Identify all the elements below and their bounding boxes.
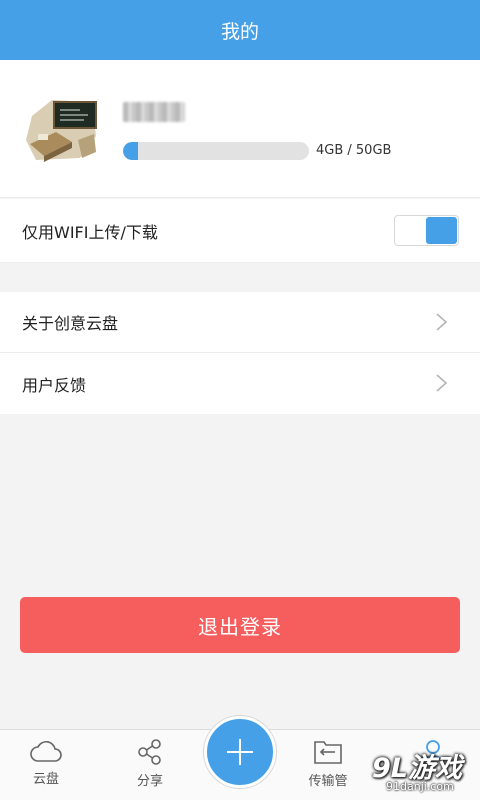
page-header: 我的 [0,0,480,60]
avatar[interactable] [22,96,102,166]
add-button[interactable] [204,716,276,788]
tab-cloud-label: 云盘 [32,772,59,787]
site-watermark: 9L游戏 91danji.com [364,746,476,798]
chevron-right-icon [436,313,448,331]
cloud-icon [30,741,62,762]
profile-card: 4GB / 50GB [0,60,480,198]
storage-progress-bar [123,142,309,160]
wifi-only-label: 仅用WIFI上传/下载 [22,222,158,242]
wifi-only-toggle[interactable] [394,215,459,246]
chevron-right-icon [436,374,448,392]
transfer-icon [314,741,342,764]
menu-item-feedback-label: 用户反馈 [22,375,87,395]
toggle-knob [426,217,457,244]
username-redacted [123,102,185,122]
menu-item-about[interactable]: 关于创意云盘 [0,292,480,353]
tab-transfer-label: 传输管 [308,774,348,789]
tab-share-label: 分享 [136,774,163,789]
watermark-url: 91danji.com [386,780,454,793]
logout-button[interactable]: 退出登录 [20,597,460,653]
page-title: 我的 [220,20,259,43]
wifi-only-setting: 仅用WIFI上传/下载 [0,199,480,263]
menu-item-feedback[interactable]: 用户反馈 [0,353,480,414]
share-icon [138,739,161,765]
tab-share[interactable]: 分享 [110,730,190,800]
tab-cloud[interactable]: 云盘 [6,730,86,800]
plus-icon [227,739,253,765]
tab-transfer[interactable]: 传输管 [288,730,368,800]
storage-progress-fill [123,142,138,160]
storage-usage-text: 4GB / 50GB [316,143,392,158]
menu-item-about-label: 关于创意云盘 [22,314,119,333]
